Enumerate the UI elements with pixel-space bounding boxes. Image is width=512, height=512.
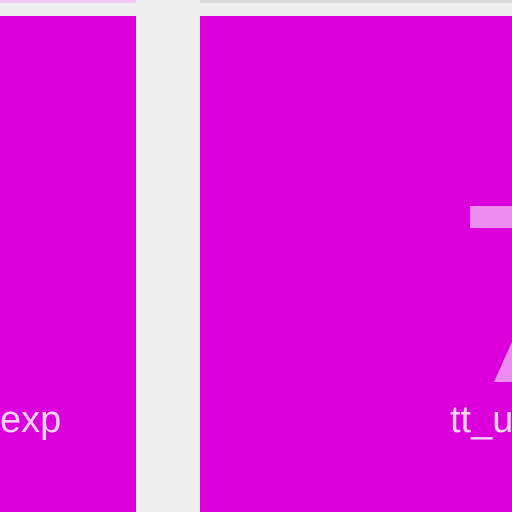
app-tile-tt-u[interactable]: tt_u [200, 16, 512, 512]
app-tile-exp[interactable]: exp [0, 16, 136, 512]
glyph-diagonal [494, 341, 512, 382]
glyph-top-bar [470, 206, 512, 228]
tile-above-right-edge [200, 0, 512, 3]
app-icon-glyph [470, 206, 512, 382]
app-tile-label: exp [0, 399, 62, 441]
app-grid: exp tt_u [0, 0, 512, 512]
app-tile-label: tt_u [450, 399, 512, 441]
tile-above-left-edge [0, 0, 136, 3]
